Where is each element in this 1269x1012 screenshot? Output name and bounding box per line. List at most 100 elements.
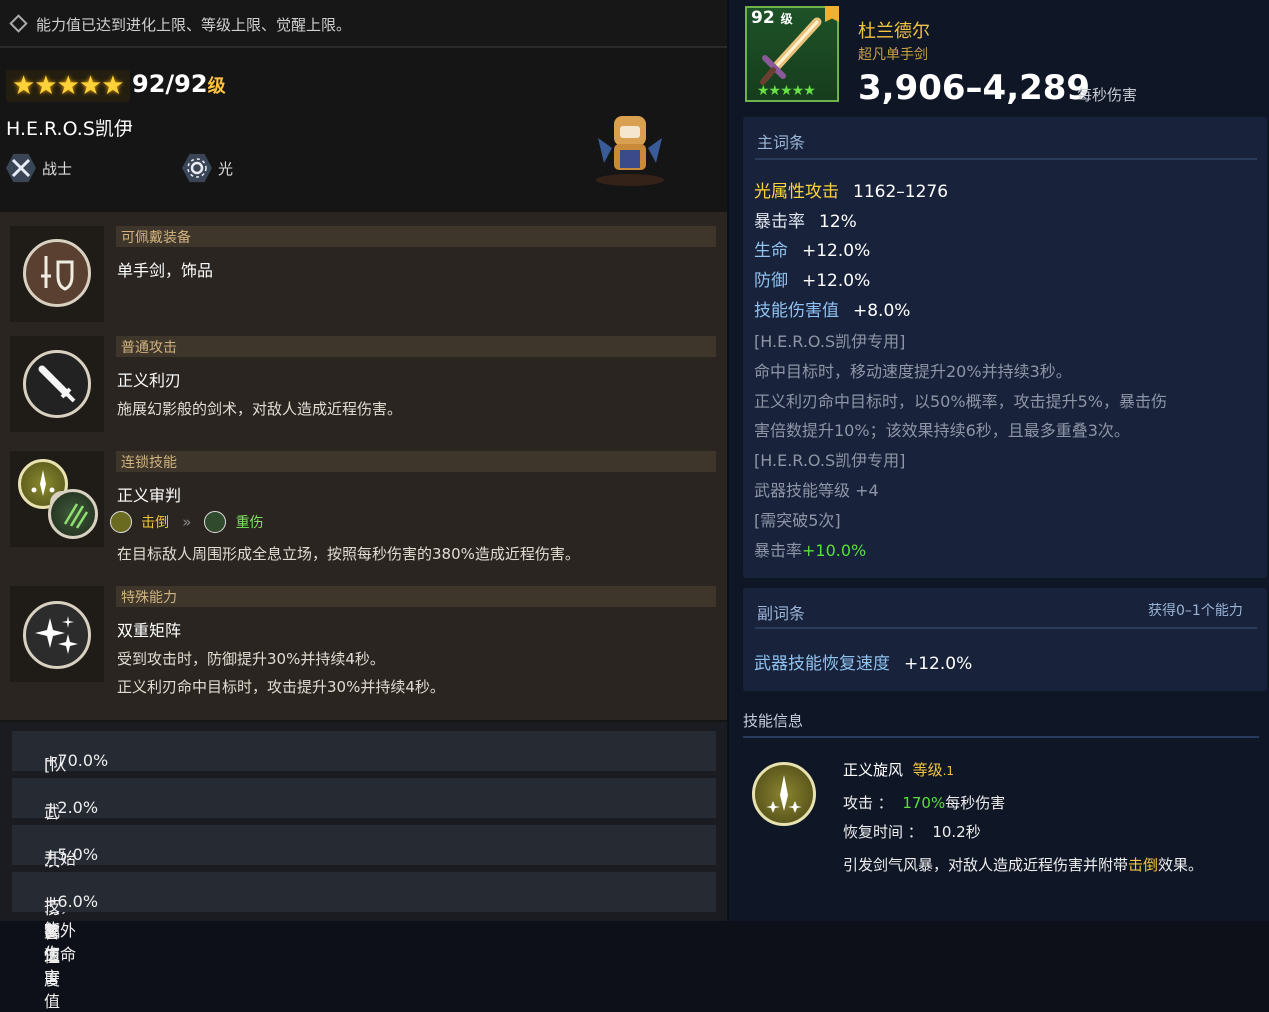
stat-key: 技能伤害值 xyxy=(754,301,839,321)
exclusive-note: 害倍数提升10%；该效果持续6秒，且最多重叠3次。 xyxy=(754,421,1130,440)
sub-stats-header: 副词条 xyxy=(757,604,806,623)
hero-level: 92/92级 xyxy=(132,70,226,98)
weapon-level-value: 92 xyxy=(751,8,775,28)
weapon-type: 超凡单手剑 xyxy=(858,47,928,63)
bonus-value: +5.0% xyxy=(44,845,99,864)
bonus-row: 武器技能恢复速度+2.0% xyxy=(12,778,716,989)
hero-stars: ★★★★★ xyxy=(6,70,130,102)
stat-value: 12% xyxy=(819,212,857,232)
whirlwind-skill-icon[interactable] xyxy=(752,762,816,826)
sub-stat-row: 武器技能恢复速度 +12.0% xyxy=(754,649,972,674)
weapon-skill-level-label: 等级 xyxy=(912,761,943,779)
chain-from-label: 击倒 xyxy=(141,515,170,531)
chain-condition: 击倒 » 重伤 xyxy=(110,511,264,533)
chevron-right-icon: » xyxy=(182,513,192,531)
skill-icon-box xyxy=(10,336,104,432)
weapon-skill-attack: 攻击 ： 170%每秒伤害 xyxy=(843,792,1005,813)
skill-desc: 施展幻影般的剑术，对敌人造成近程伤害。 xyxy=(117,400,403,418)
hero-element: 光 xyxy=(218,160,234,178)
desc-keyword: 击倒 xyxy=(1128,856,1159,874)
stat-key: 防御 xyxy=(754,271,788,291)
stat-key: 光属性攻击 xyxy=(754,182,839,202)
exclusive-note: [H.E.R.O.S凯伊专用] xyxy=(754,451,906,470)
weapon-dps: 3,906–4,289 xyxy=(858,68,1091,108)
bonus-row: [队伍]普通攻击伤害值+70.0% xyxy=(12,731,716,966)
skill-desc: 在目标敌人周围形成全息立场，按照每秒伤害的380%造成近程伤害。 xyxy=(117,545,580,563)
skill-caption: 可佩戴装备 xyxy=(116,226,716,247)
cooldown-label: 恢复时间 ： xyxy=(843,823,923,841)
skill-desc: 受到攻击时，防御提升30%并持续4秒。 xyxy=(117,650,385,668)
claw-slash-icon xyxy=(48,489,98,539)
skill-title: 双重矩阵 xyxy=(117,621,182,640)
chain-to-label: 重伤 xyxy=(235,515,264,531)
skill-icon-box xyxy=(10,226,104,322)
skill-caption-text: 普通攻击 xyxy=(121,340,177,356)
hero-name: H.E.R.O.S凯伊 xyxy=(6,118,133,140)
hero-level-value: 92/92 xyxy=(132,70,208,98)
main-stat-row: 生命 +12.0% xyxy=(754,236,870,261)
main-stat-row: 暴击率 12% xyxy=(754,207,857,232)
hero-level-unit: 级 xyxy=(207,76,226,97)
bonus-value: +70.0% xyxy=(44,751,109,770)
divider xyxy=(755,158,1257,160)
desc-text: 引发剑气风暴，对敌人造成近程伤害并附带 xyxy=(843,856,1129,874)
weapon-stars: ★★★★★ xyxy=(757,83,816,99)
skill-icon-box xyxy=(10,451,104,547)
injury-icon xyxy=(204,511,227,533)
skill-caption-text: 特殊能力 xyxy=(121,590,177,606)
skill-desc: 正义利刃命中目标时，攻击提升30%并持续4秒。 xyxy=(117,678,445,696)
sparkle-icon xyxy=(23,601,91,669)
stat-value: +8.0% xyxy=(853,301,911,321)
sub-stats-range: 获得0–1个能力 xyxy=(1148,603,1243,619)
exclusive-note: [需突破5次] xyxy=(754,511,841,530)
notice-text: 能力值已达到进化上限、等级上限、觉醒上限。 xyxy=(36,16,352,34)
skill-caption-text: 可佩戴装备 xyxy=(121,230,191,246)
star-icon: ★★★★★ xyxy=(12,71,125,101)
sword-shield-icon xyxy=(23,239,91,307)
weapon-skill-desc: 引发剑气风暴，对敌人造成近程伤害并附带击倒效果。 xyxy=(843,854,1203,875)
skill-caption: 普通攻击 xyxy=(116,336,716,357)
bonus-row: 技能伤害值 +6.0% xyxy=(12,872,716,1011)
weapon-level: 92 级 xyxy=(751,8,793,28)
stat-value: 1162–1276 xyxy=(853,182,949,202)
skill-title: 正义利刃 xyxy=(117,371,182,390)
weapon-skill-level: .1 xyxy=(942,764,955,778)
stat-value: +12.0% xyxy=(802,271,871,291)
bonus-value: +2.0% xyxy=(44,798,99,817)
skill-caption-text: 连锁技能 xyxy=(121,455,177,471)
weapon-skill-title: 正义旋风 等级.1 xyxy=(843,759,954,780)
exclusive-note: 正义利刃命中目标时，以50%概率，攻击提升5%，暴击伤 xyxy=(754,392,1167,411)
exclusive-note: 命中目标时，移动速度提升20%并持续3秒。 xyxy=(754,362,1072,381)
notice-bar: 能力值已达到进化上限、等级上限、觉醒上限。 xyxy=(0,0,727,48)
stat-value: +12.0% xyxy=(904,654,973,674)
bonus-value: +6.0% xyxy=(44,892,99,911)
attack-label: 攻击 ： xyxy=(843,794,893,812)
main-stat-row: 防御 +12.0% xyxy=(754,266,870,291)
stat-key: 生命 xyxy=(754,241,788,261)
skill-title: 正义审判 xyxy=(117,486,182,505)
desc-text: 效果。 xyxy=(1158,856,1204,874)
main-stats-header: 主词条 xyxy=(757,133,806,152)
stat-value: +10.0% xyxy=(802,541,867,560)
sword-icon xyxy=(23,350,91,418)
stat-key: 暴击率 xyxy=(754,212,805,232)
stat-key: 武器技能恢复速度 xyxy=(754,654,890,674)
exclusive-note: 武器技能等级 +4 xyxy=(754,481,879,500)
weapon-name: 杜兰德尔 xyxy=(858,21,930,42)
weapon-skill-cooldown: 恢复时间 ： 10.2秒 xyxy=(843,821,981,842)
divider xyxy=(755,627,1257,629)
cooldown-value: 10.2秒 xyxy=(932,823,981,841)
weapon-level-unit: 级 xyxy=(780,12,793,26)
skill-caption: 特殊能力 xyxy=(116,586,716,607)
divider xyxy=(743,736,1259,738)
stat-value: +12.0% xyxy=(802,241,871,261)
diamond-icon xyxy=(9,14,28,33)
attack-value: 170% xyxy=(902,794,946,812)
hero-portrait xyxy=(590,108,670,188)
weapon-dps-label: 每秒伤害 xyxy=(1077,86,1138,104)
weapon-skill-name: 正义旋风 xyxy=(843,761,904,779)
bonus-row: 开始战斗时，额外生命+5.0% xyxy=(12,825,716,964)
skill-caption: 连锁技能 xyxy=(116,451,716,472)
stat-key: 暴击率 xyxy=(754,541,803,560)
hero-role: 战士 xyxy=(42,160,73,178)
